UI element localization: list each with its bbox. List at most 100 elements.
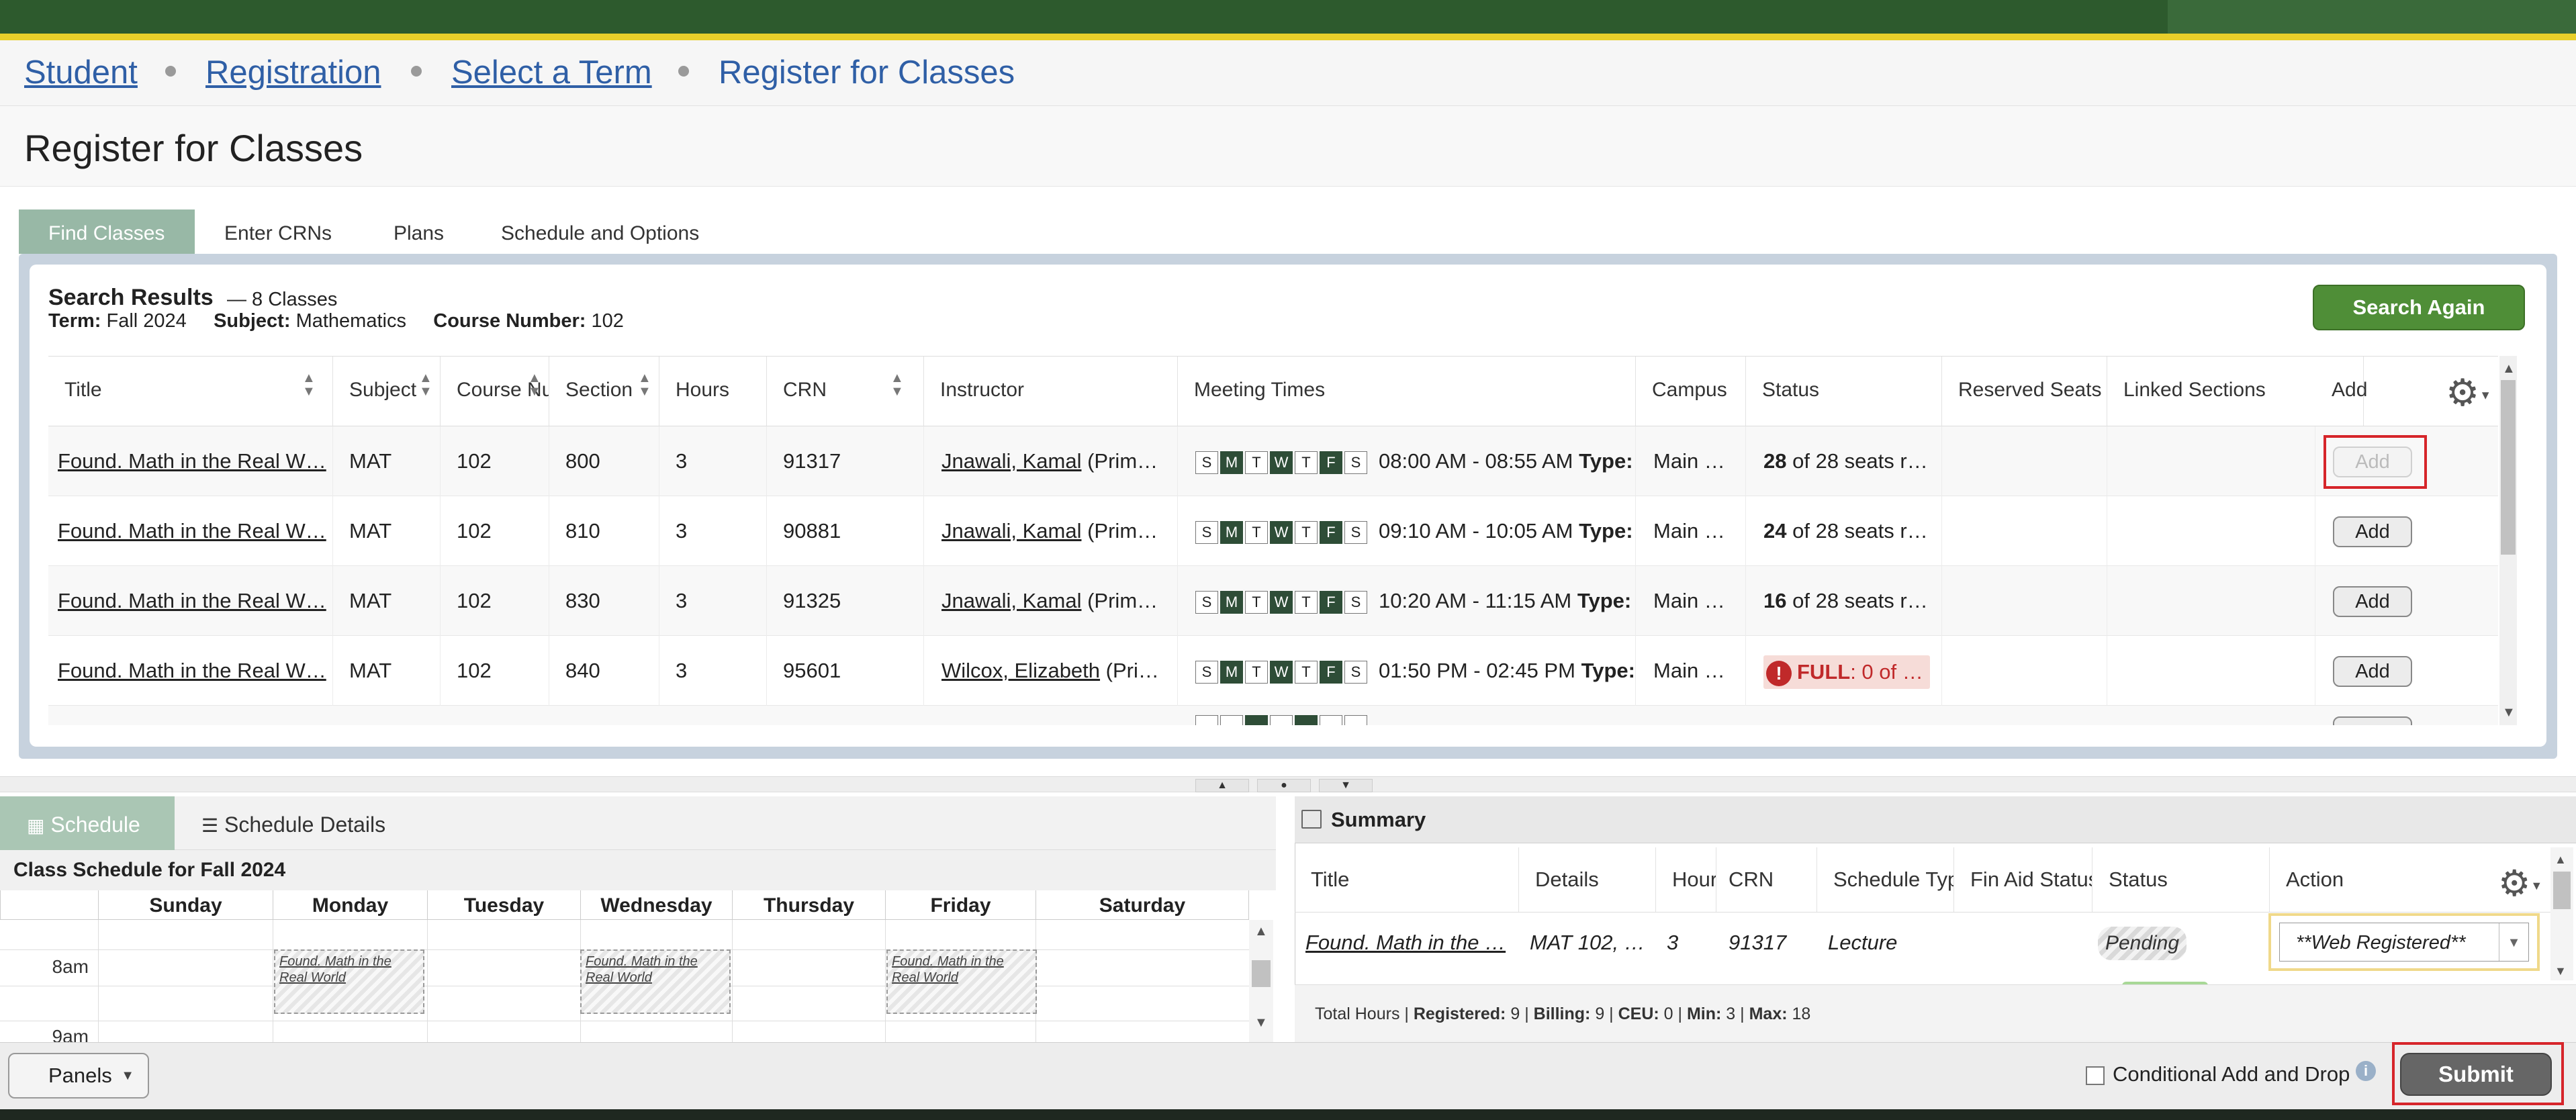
grid-line	[732, 920, 733, 1042]
conditional-add-drop-label[interactable]: Conditional Add and Drop	[2113, 1062, 2350, 1086]
search-again-button[interactable]: Search Again	[2313, 285, 2525, 330]
column-header-instructor[interactable]: Instructor	[924, 357, 1178, 426]
user-menu-area[interactable]	[2168, 0, 2576, 34]
scroll-down-icon[interactable]: ▼	[2502, 705, 2516, 720]
splitter-down-icon[interactable]: ▼	[1319, 779, 1373, 792]
day-friday: F	[1320, 520, 1342, 544]
column-header-crn-label: CRN	[783, 379, 827, 401]
scroll-up-icon[interactable]: ▲	[2502, 361, 2516, 377]
results-scrollbar-thumb[interactable]	[2501, 380, 2516, 555]
summary-course-link[interactable]: Found. Math in the …	[1305, 931, 1506, 954]
conditional-add-drop-checkbox[interactable]	[2086, 1066, 2105, 1085]
schedule-event-wednesday[interactable]: Found. Math in the Real World	[580, 949, 731, 1014]
summary-column-fin-aid-status[interactable]: Fin Aid Status	[1954, 847, 2092, 912]
instructor-link[interactable]: Wilcox, Elizabeth	[941, 659, 1100, 682]
tab-schedule-details[interactable]: ☰ Schedule Details	[175, 796, 402, 850]
course-title-link[interactable]: Found. Math in the Real W…	[58, 449, 326, 473]
day-sunday: S	[1195, 660, 1218, 684]
schedule-scrollbar-thumb[interactable]	[1252, 960, 1271, 987]
crn-cell: 90881	[767, 496, 924, 566]
action-dropdown[interactable]: **Web Registered** ▼	[2279, 923, 2529, 962]
column-header-subject[interactable]: Subject ▲ ▼	[333, 357, 441, 426]
instructor-role: (Pri…	[1105, 659, 1159, 682]
column-header-campus[interactable]: Campus	[1636, 357, 1746, 426]
summary-scrollbar-thumb[interactable]	[2553, 872, 2571, 909]
gear-icon[interactable]: ⚙▼	[2498, 862, 2542, 904]
title-cell: Found. Math in the Real W…	[48, 426, 333, 496]
summary-column-title[interactable]: Title	[1295, 847, 1519, 912]
billing-label: Billing:	[1533, 1005, 1591, 1023]
summary-column-crn[interactable]: CRN	[1716, 847, 1817, 912]
add-button[interactable]: Add	[2333, 586, 2412, 617]
add-button[interactable]: Add	[2333, 516, 2412, 547]
day-header-sunday: Sunday	[98, 890, 273, 920]
tab-find-classes[interactable]: Find Classes	[19, 209, 195, 254]
action-dropdown-highlight: **Web Registered** ▼	[2268, 913, 2540, 971]
instructor-link[interactable]: Jnawali, Kamal	[941, 519, 1081, 543]
tab-plans[interactable]: Plans	[364, 209, 473, 254]
summary-title-cell: Found. Math in the …	[1295, 913, 1519, 972]
course-title-link[interactable]: Found. Math in the Real W…	[58, 519, 326, 543]
day-tuesday: T	[1245, 590, 1268, 614]
scroll-down-icon[interactable]: ▼	[2555, 964, 2567, 978]
section-cell: 830	[549, 566, 659, 636]
info-icon[interactable]: i	[2356, 1061, 2376, 1081]
day-wednesday: W	[1270, 451, 1293, 474]
splitter-up-icon[interactable]: ▲	[1195, 779, 1249, 792]
summary-column-details[interactable]: Details	[1519, 847, 1656, 912]
scroll-down-icon[interactable]: ▼	[1254, 1015, 1268, 1031]
crn-cell: 91317	[767, 426, 924, 496]
taskbar-strip	[0, 1109, 2576, 1120]
day-thursday: T	[1295, 520, 1318, 544]
column-header-hours[interactable]: Hours	[659, 357, 767, 426]
instructor-link[interactable]: Jnawali, Kamal	[941, 589, 1081, 612]
course-cell: 102	[441, 426, 549, 496]
splitter-center-icon[interactable]: ●	[1257, 779, 1311, 792]
tab-schedule-details-label: Schedule Details	[224, 812, 386, 837]
gear-icon[interactable]: ⚙▼	[2446, 371, 2491, 415]
summary-column-status[interactable]: Status	[2092, 847, 2270, 912]
breadcrumb-select-term-link[interactable]: Select a Term	[451, 52, 652, 93]
panels-button[interactable]: Panels ▼	[8, 1053, 149, 1099]
summary-column-schedule-type[interactable]: Schedule Typ	[1817, 847, 1954, 912]
breadcrumb-registration-link[interactable]: Registration	[205, 52, 381, 93]
course-title-link[interactable]: Found. Math in the Real W…	[58, 659, 326, 682]
seats-remaining: 24	[1763, 519, 1787, 543]
instructor-link[interactable]: Jnawali, Kamal	[941, 449, 1081, 473]
column-header-section[interactable]: Section ▲ ▼	[549, 357, 659, 426]
day-monday: M	[1220, 660, 1243, 684]
summary-type-cell: Lecture	[1828, 931, 1898, 954]
breadcrumb-student-link[interactable]: Student	[24, 52, 138, 93]
alert-icon: !	[1766, 660, 1792, 686]
meeting-times-cell: S M T W T F S 09:10 AM - 10:05 AM Type:	[1178, 496, 1636, 566]
column-header-crn[interactable]: CRN ▲ ▼	[767, 357, 924, 426]
column-header-meeting-times[interactable]: Meeting Times	[1178, 357, 1636, 426]
column-header-status[interactable]: Status	[1746, 357, 1942, 426]
breadcrumb-separator	[411, 66, 422, 77]
day-box	[1320, 715, 1342, 725]
day-box	[1220, 715, 1243, 725]
summary-scrollbar[interactable]	[2550, 847, 2573, 980]
time-column-header	[0, 890, 98, 920]
schedule-event-friday[interactable]: Found. Math in the Real World	[886, 949, 1037, 1014]
submit-button[interactable]: Submit	[2400, 1053, 2552, 1096]
day-tuesday: T	[1245, 660, 1268, 684]
instructor-cell: Jnawali, Kamal (Prim…	[924, 496, 1178, 566]
course-title-link[interactable]: Found. Math in the Real W…	[58, 589, 326, 612]
tab-schedule-and-options[interactable]: Schedule and Options	[471, 209, 729, 254]
add-button[interactable]: Add	[2333, 656, 2412, 687]
column-header-title[interactable]: Title ▲ ▼	[48, 357, 333, 426]
tab-schedule[interactable]: ▦ Schedule	[0, 796, 175, 850]
subject-cell: MAT	[333, 426, 441, 496]
schedule-event-monday[interactable]: Found. Math in the Real World	[274, 949, 424, 1014]
scroll-up-icon[interactable]: ▲	[2555, 853, 2567, 867]
hours-cell: 3	[659, 496, 767, 566]
tab-enter-crns[interactable]: Enter CRNs	[195, 209, 361, 254]
column-header-course-number[interactable]: Course Nu ▲ ▼	[441, 357, 549, 426]
scroll-up-icon[interactable]: ▲	[1254, 924, 1268, 939]
column-header-reserved-seats[interactable]: Reserved Seats	[1942, 357, 2107, 426]
seats-text: of 28 seats r…	[1792, 519, 1928, 543]
instructor-role: (Prim…	[1087, 519, 1158, 543]
summary-column-hours[interactable]: Hour	[1656, 847, 1716, 912]
add-button[interactable]	[2333, 716, 2412, 725]
